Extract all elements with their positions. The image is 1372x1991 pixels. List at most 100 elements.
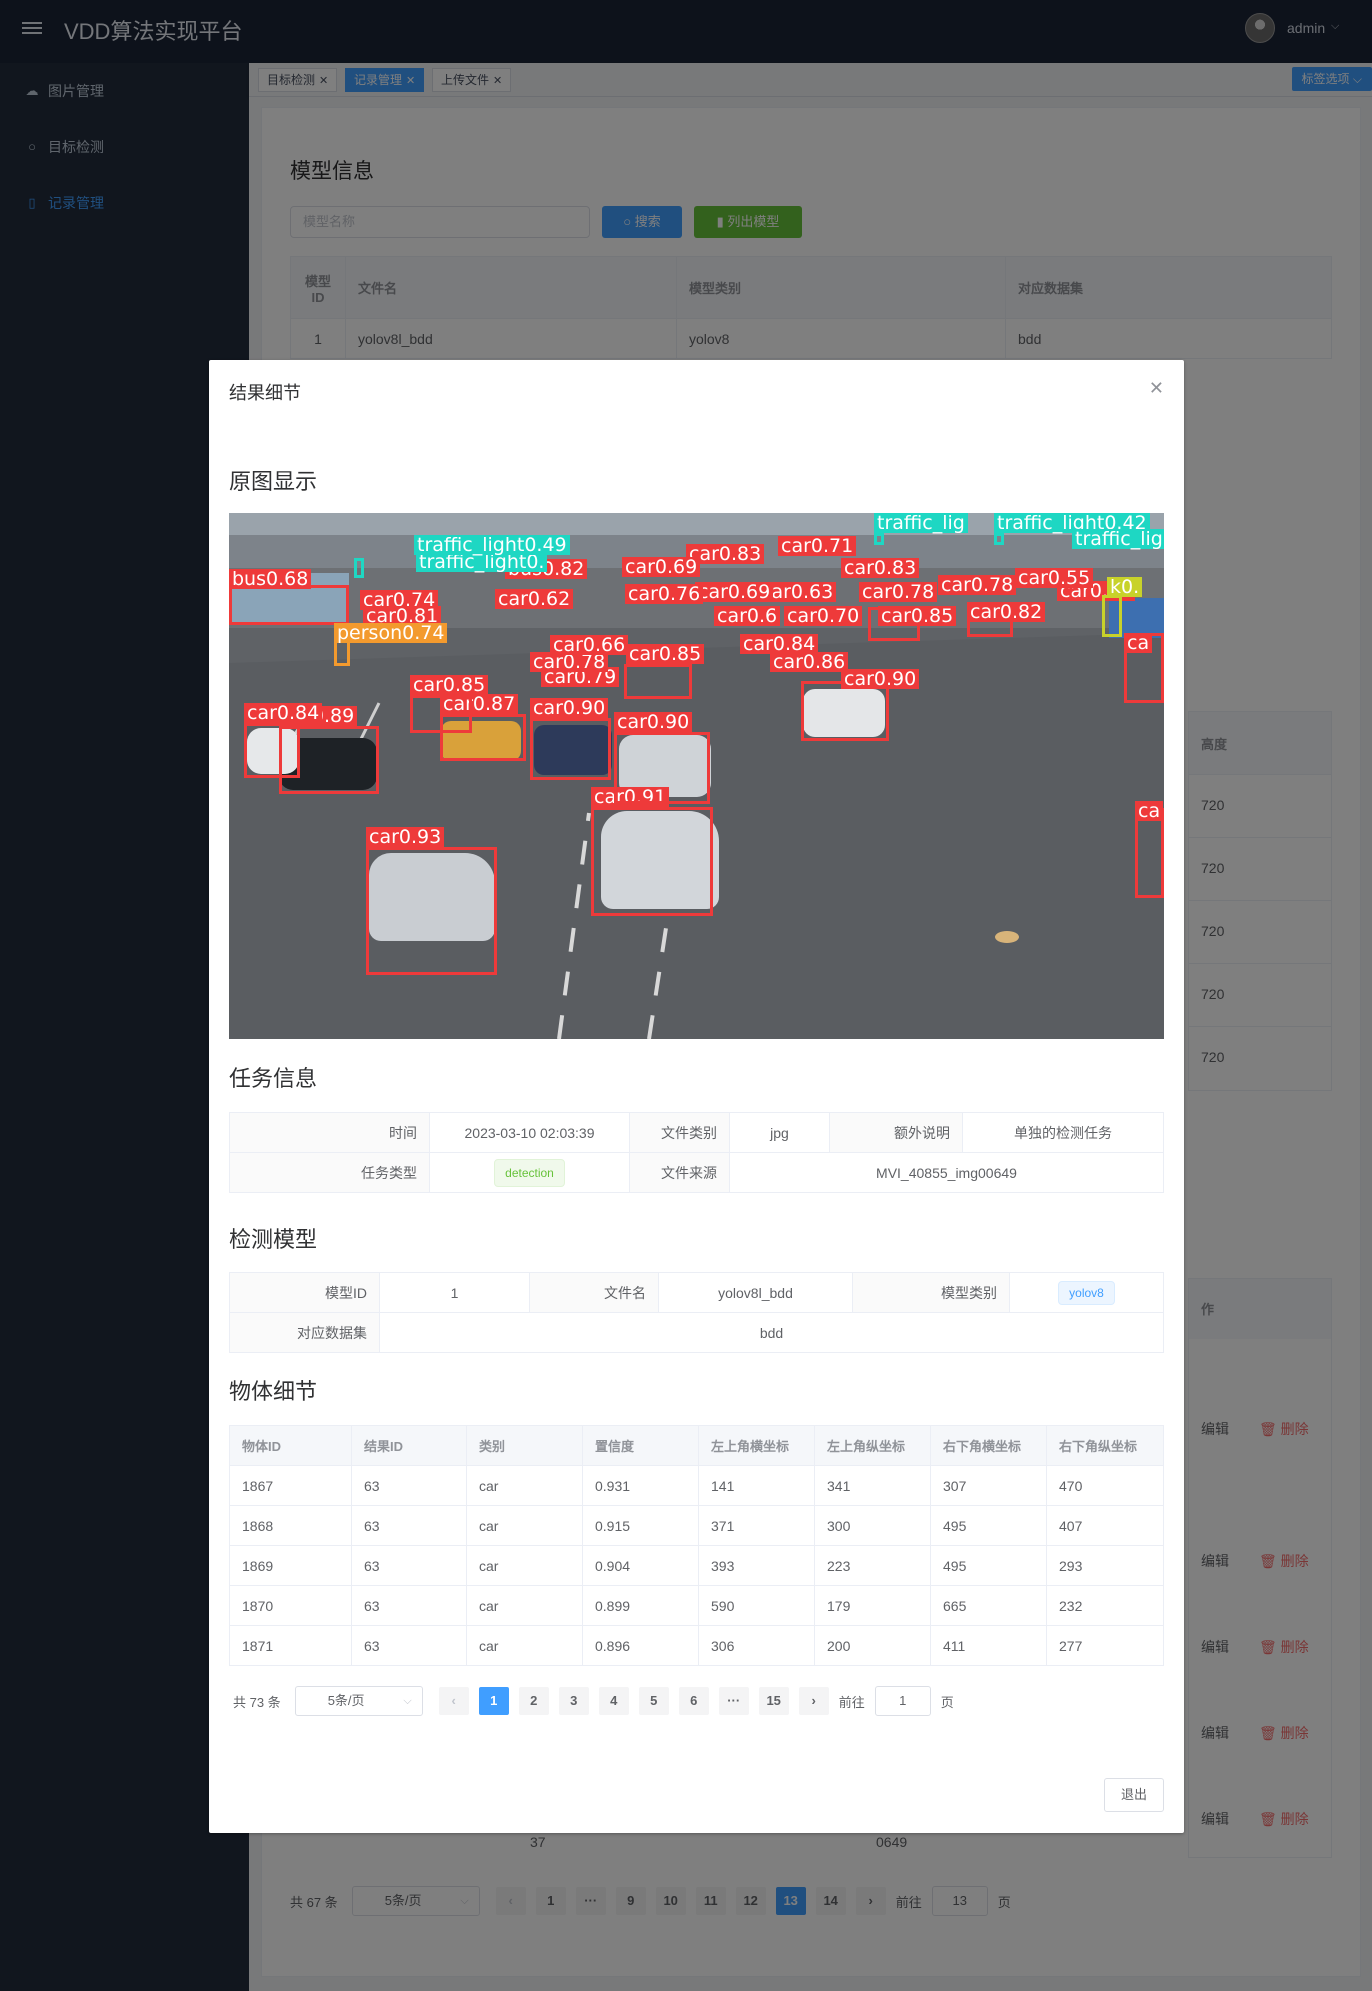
table-cell: 232 — [1046, 1585, 1164, 1626]
result-detail-dialog: 结果细节 ✕ 原图显示 car0.93 car0.91 car0.90 car0… — [209, 360, 1184, 1833]
page-ellipsis[interactable]: ··· — [718, 1687, 749, 1715]
page-button[interactable]: 2 — [518, 1687, 549, 1715]
table-cell: 470 — [1046, 1465, 1164, 1506]
object-table-body: 1867 63 car 0.931 141 341 307 470 1868 63 car 0.915… — [229, 1465, 1164, 1666]
label-task-type: 任务类型 — [229, 1152, 430, 1193]
detection-label: car0.93 — [366, 827, 445, 847]
page-button[interactable]: 5 — [638, 1687, 669, 1715]
value-dataset: bdd — [379, 1312, 1164, 1353]
detection-label: car0.90 — [614, 712, 693, 732]
label-model-type: 模型类别 — [852, 1272, 1010, 1313]
detection-box — [354, 558, 364, 578]
detection-label: car0.69 — [695, 582, 774, 602]
dialog-title: 结果细节 — [229, 383, 301, 403]
table-row: 1868 63 car 0.915 371 300 495 407 — [229, 1505, 1164, 1546]
table-cell: 1868 — [229, 1505, 352, 1546]
col-class: 类别 — [466, 1425, 583, 1466]
table-cell: car — [466, 1585, 583, 1626]
detection-label: car0.70 — [784, 606, 863, 626]
detection-label: car0.78 — [859, 582, 938, 602]
table-cell: 411 — [930, 1625, 1047, 1666]
detection-box — [530, 718, 611, 780]
table-cell: 371 — [698, 1505, 815, 1546]
page-button[interactable]: 4 — [598, 1687, 629, 1715]
object-detail-table: 物体ID 结果ID 类别 置信度 左上角横坐标 左上角纵坐标 右下角横坐标 右下… — [229, 1425, 1164, 1666]
model-info-table: 模型ID 1 文件名 yolov8l_bdd 模型类别 yolov8 对应数据集… — [229, 1272, 1164, 1353]
table-cell: 0.899 — [582, 1585, 699, 1626]
col-result-id: 结果ID — [351, 1425, 467, 1466]
table-cell: 300 — [814, 1505, 931, 1546]
page-button[interactable]: 3 — [558, 1687, 589, 1715]
page-button[interactable]: 15 — [758, 1687, 789, 1715]
label-file-type: 文件类别 — [629, 1112, 730, 1153]
next-page-button[interactable]: › — [798, 1687, 829, 1715]
label-time: 时间 — [229, 1112, 430, 1153]
table-cell: 341 — [814, 1465, 931, 1506]
detection-label: car0.84 — [740, 634, 819, 654]
table-cell: 63 — [351, 1585, 467, 1626]
detection-label: car0.69 — [622, 557, 701, 577]
table-cell: 141 — [698, 1465, 815, 1506]
detection-label: car0.71 — [778, 536, 857, 556]
value-filename: yolov8l_bdd — [658, 1272, 853, 1313]
detection-label: car0.85 — [410, 675, 489, 695]
col-x1: 左上角横坐标 — [698, 1425, 815, 1466]
page-unit-label: 页 — [940, 1694, 954, 1710]
detection-box — [229, 585, 349, 625]
table-cell: 0.915 — [582, 1505, 699, 1546]
pagination-total: 共 73 条 — [233, 1694, 281, 1710]
detection-label: car0.90 — [841, 669, 920, 689]
model-type-tag: yolov8 — [1058, 1280, 1115, 1305]
detection-box — [1102, 595, 1122, 637]
value-model-type: yolov8 — [1009, 1272, 1164, 1313]
value-file-type: jpg — [729, 1112, 830, 1153]
table-cell: 1871 — [229, 1625, 352, 1666]
detection-box — [624, 664, 692, 699]
task-info-table: 时间 2023-03-10 02:03:39 文件类别 jpg 额外说明 单独的… — [229, 1112, 1164, 1193]
page-button[interactable]: 6 — [678, 1687, 709, 1715]
detection-label: person0.74 — [334, 623, 448, 643]
table-cell: 1867 — [229, 1465, 352, 1506]
table-cell: 495 — [930, 1545, 1047, 1586]
page-size-select[interactable]: 5条/页 ⌵ — [294, 1686, 423, 1716]
goto-label: 前往 — [838, 1694, 865, 1710]
goto-page-input[interactable]: 1 — [874, 1686, 931, 1716]
label-note: 额外说明 — [829, 1112, 963, 1153]
close-icon[interactable]: ✕ — [1149, 378, 1164, 399]
table-cell: 200 — [814, 1625, 931, 1666]
table-cell: 1870 — [229, 1585, 352, 1626]
detection-box — [874, 533, 884, 545]
detection-label: car0.55 — [1015, 568, 1094, 588]
table-cell: 63 — [351, 1625, 467, 1666]
table-cell: 307 — [930, 1465, 1047, 1506]
table-cell: car — [466, 1625, 583, 1666]
table-cell: 495 — [930, 1505, 1047, 1546]
task-type-tag: detection — [494, 1158, 565, 1187]
detection-label: ca — [1124, 633, 1153, 653]
table-cell: 0.896 — [582, 1625, 699, 1666]
page-button-current[interactable]: 1 — [478, 1687, 509, 1715]
table-cell: 0.931 — [582, 1465, 699, 1506]
quit-button[interactable]: 退出 — [1104, 1778, 1164, 1812]
detection-label: car0.86 — [770, 652, 849, 672]
detection-label: car0.78 — [938, 575, 1017, 595]
col-y1: 左上角纵坐标 — [814, 1425, 931, 1466]
table-cell: 590 — [698, 1585, 815, 1626]
page-size-value: 5条/页 — [327, 1693, 365, 1708]
table-row: 1871 63 car 0.896 306 200 411 277 — [229, 1625, 1164, 1666]
table-cell: 63 — [351, 1465, 467, 1506]
prev-page-button[interactable]: ‹ — [438, 1687, 469, 1715]
table-cell: 1869 — [229, 1545, 352, 1586]
table-cell: 665 — [930, 1585, 1047, 1626]
detection-label: ca — [1135, 801, 1164, 821]
detection-result-image: car0.93 car0.91 car0.90 car0.89 car0.84 … — [229, 513, 1164, 1039]
detection-label: car0.62 — [495, 589, 574, 609]
table-cell: car — [466, 1505, 583, 1546]
object-pagination: 共 73 条 5条/页 ⌵ ‹ 1 2 3 4 5 6 ··· 15 › 前往 1… — [233, 1685, 954, 1717]
value-task-type: detection — [429, 1152, 630, 1193]
table-cell: car — [466, 1545, 583, 1586]
detection-label: car0.83 — [841, 558, 920, 578]
table-row: 1869 63 car 0.904 393 223 495 293 — [229, 1545, 1164, 1586]
detection-label: bus0.68 — [229, 569, 312, 589]
detection-label: car0.6 — [714, 606, 781, 626]
